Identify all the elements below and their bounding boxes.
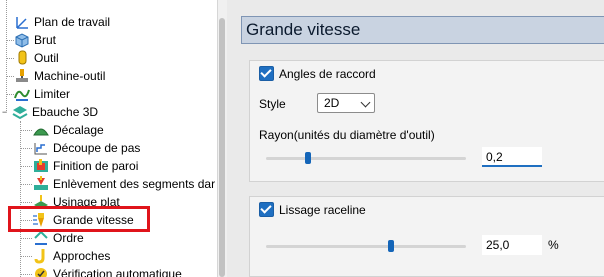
radius-input[interactable]: 0,2 — [482, 147, 542, 167]
stepcut-icon — [33, 140, 49, 156]
tree-guide-line — [20, 130, 32, 131]
angles-checkbox-label: Angles de raccord — [279, 66, 376, 81]
tree-guide-line — [20, 274, 32, 275]
tree-item-label: Vérification automatique — [53, 267, 182, 277]
tree-item-label: Plan de travail — [34, 15, 111, 29]
tree-guide-line — [20, 202, 32, 203]
tree-guide-line — [20, 184, 32, 185]
limit-icon — [14, 86, 30, 102]
tree-item-brut[interactable]: Brut — [14, 31, 56, 49]
scrollbar-thumb[interactable] — [219, 18, 225, 277]
offset-icon — [33, 122, 49, 138]
angles-checkbox[interactable] — [259, 66, 274, 81]
tree-item-approches[interactable]: Approches — [33, 247, 110, 265]
panel-title: Grande vitesse — [241, 16, 604, 44]
tree-item-label: Finition de paroi — [53, 159, 139, 173]
approach-icon — [33, 248, 49, 264]
tree-item-label: Brut — [34, 33, 57, 47]
layers-icon — [12, 104, 28, 120]
lissage-checkbox-row[interactable]: Lissage raceline — [259, 202, 366, 217]
tree-item-decoupe-de-pas[interactable]: Découpe de pas — [33, 139, 140, 157]
tree-item-plan-de-travail[interactable]: Plan de travail — [14, 13, 110, 31]
tree-item-limiter[interactable]: Limiter — [14, 85, 70, 103]
tree-item-ebauche-3d[interactable]: − Ebauche 3D — [2, 103, 98, 121]
chevron-down-icon — [360, 97, 371, 108]
machine-icon — [14, 68, 30, 84]
percent-unit: % — [548, 238, 559, 252]
style-label: Style — [259, 97, 286, 111]
tree-guide-line — [6, 76, 14, 77]
tree-guide-line — [20, 148, 32, 149]
lissage-group: Lissage raceline 25,0 % — [249, 196, 604, 277]
tree-guide-line — [6, 40, 14, 41]
check-icon — [33, 266, 49, 277]
axis-icon — [14, 14, 30, 30]
lissage-checkbox[interactable] — [259, 202, 274, 217]
tree-item-label: Enlèvement des segments dar — [53, 177, 216, 191]
radius-slider-track[interactable] — [266, 157, 466, 160]
tree-item-verification-automatique[interactable]: Vérification automatique — [33, 265, 182, 277]
selection-highlight-box — [8, 206, 150, 232]
style-dropdown-value: 2D — [324, 96, 340, 110]
lissage-checkbox-label: Lissage raceline — [279, 202, 366, 217]
tree-item-label: Approches — [53, 249, 111, 263]
lissage-input[interactable]: 25,0 — [482, 235, 542, 255]
tree-item-machine-outil[interactable]: Machine-outil — [14, 67, 105, 85]
settings-panel: Grande vitesse Angles de raccord Style 2… — [227, 0, 604, 277]
tree-view[interactable]: Plan de travail Brut Outil Machine-outil… — [0, 0, 217, 277]
angles-checkbox-row[interactable]: Angles de raccord — [259, 66, 376, 81]
tree-guide-line — [20, 121, 21, 277]
lissage-slider-thumb[interactable] — [388, 240, 394, 252]
tree-guide-line — [20, 238, 32, 239]
tool-icon — [14, 50, 30, 66]
tree-item-finition-de-paroi[interactable]: Finition de paroi — [33, 157, 138, 175]
tree-item-outil[interactable]: Outil — [14, 49, 59, 67]
radius-slider-thumb[interactable] — [305, 152, 311, 164]
collapse-toggle[interactable]: − — [2, 103, 12, 121]
tree-guide-line — [20, 166, 32, 167]
tree-item-label: Ebauche 3D — [32, 105, 99, 119]
segment-removal-icon — [33, 176, 49, 192]
tree-item-label: Découpe de pas — [53, 141, 141, 155]
radius-label: Rayon(unités du diamètre d'outil) — [259, 128, 435, 142]
tree-scrollbar[interactable] — [217, 0, 227, 277]
tree-guide-line — [6, 58, 14, 59]
tree-item-label: Limiter — [34, 87, 71, 101]
tree-item-label: Machine-outil — [34, 69, 106, 83]
tree-item-decalage[interactable]: Décalage — [33, 121, 104, 139]
cube-icon — [14, 32, 30, 48]
wall-finish-icon — [33, 158, 49, 174]
order-icon — [33, 230, 49, 246]
angles-group: Angles de raccord Style 2D Rayon(unités … — [249, 60, 604, 182]
tree-item-label: Décalage — [53, 123, 104, 137]
tree-guide-line — [20, 256, 32, 257]
tree-item-enlevement-segments[interactable]: Enlèvement des segments dar — [33, 175, 215, 193]
tree-item-label: Outil — [34, 51, 59, 65]
tree-guide-line — [6, 94, 14, 95]
lissage-slider-track[interactable] — [266, 245, 466, 248]
style-dropdown[interactable]: 2D — [317, 93, 375, 113]
